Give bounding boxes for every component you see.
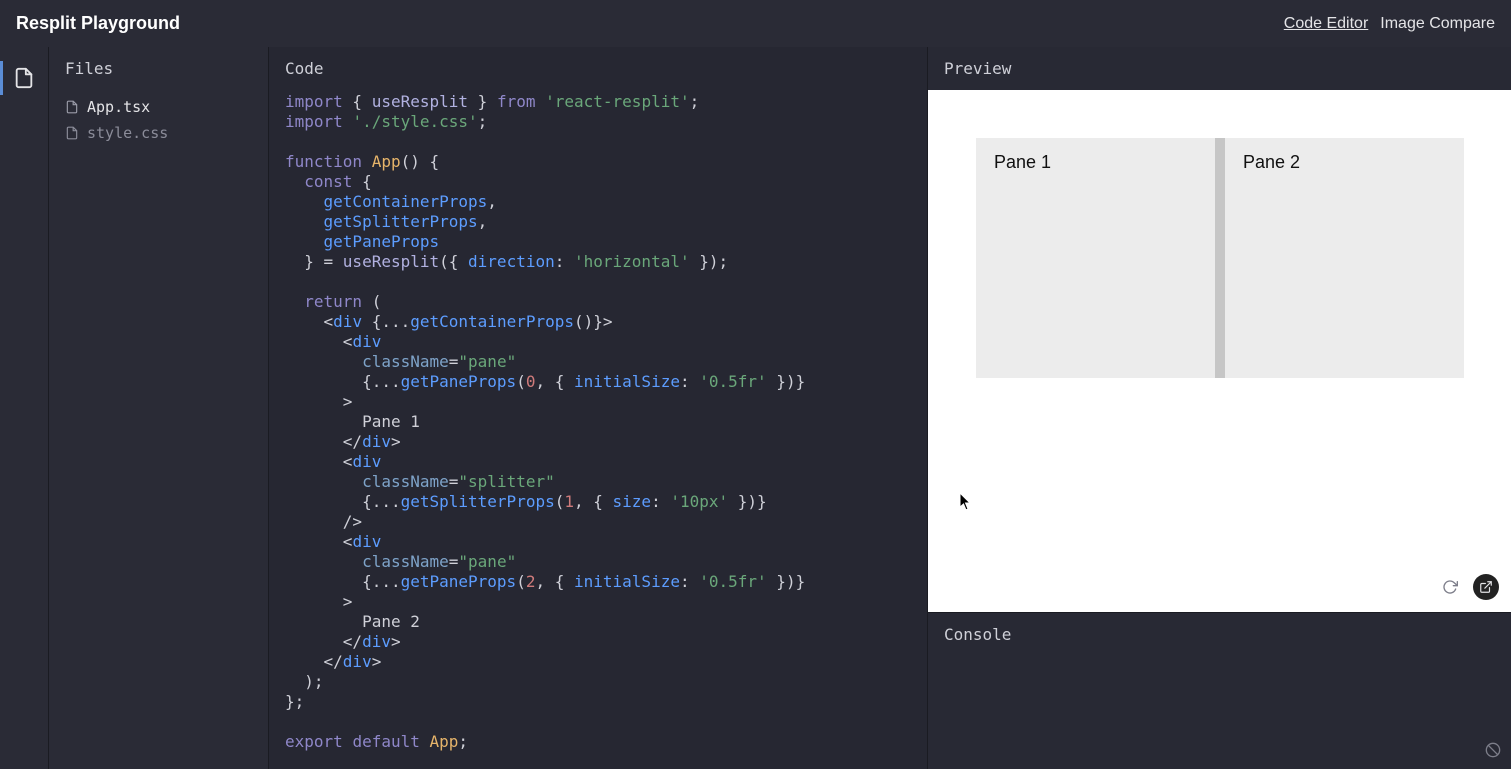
resplit-container: Pane 1 Pane 2 [976,138,1464,378]
clear-icon [1485,742,1501,758]
splitter-handle[interactable] [1215,138,1225,378]
file-icon [65,100,79,114]
file-list: App.tsx style.css [49,90,268,150]
console-panel-title: Console [928,613,1511,656]
pane-2: Pane 2 [1225,138,1464,378]
file-name: style.css [87,124,168,142]
code-editor[interactable]: import { useResplit } from 'react-respli… [269,90,927,769]
file-name: App.tsx [87,98,150,116]
app-header: Resplit Playground Code Editor Image Com… [0,0,1511,47]
open-external-button[interactable] [1473,574,1499,600]
code-panel: Code import { useResplit } from 'react-r… [269,47,928,769]
preview-controls [1437,574,1499,600]
file-explorer: Files App.tsx style.css [49,47,269,769]
code-panel-title: Code [269,47,927,90]
right-panel: Preview Pane 1 Pane 2 Console [928,47,1511,769]
console-panel: Console [928,612,1511,769]
preview-frame: Pane 1 Pane 2 [928,90,1511,612]
header-nav: Code Editor Image Compare [1284,15,1495,33]
refresh-button[interactable] [1437,574,1463,600]
file-item[interactable]: style.css [59,120,258,146]
nav-code-editor[interactable]: Code Editor [1284,15,1369,33]
activity-bar [0,47,49,769]
external-link-icon [1479,580,1493,594]
refresh-icon [1442,579,1458,595]
file-explorer-title: Files [49,47,268,90]
files-tab-button[interactable] [0,57,49,99]
main-area: Files App.tsx style.css Code import { us… [0,47,1511,769]
preview-panel-title: Preview [928,47,1511,90]
app-title: Resplit Playground [16,13,180,34]
pane-1: Pane 1 [976,138,1215,378]
file-item[interactable]: App.tsx [59,94,258,120]
file-icon [13,67,35,89]
clear-console-button[interactable] [1485,742,1501,763]
nav-image-compare[interactable]: Image Compare [1380,15,1495,33]
preview-panel: Preview Pane 1 Pane 2 [928,47,1511,612]
file-icon [65,126,79,140]
